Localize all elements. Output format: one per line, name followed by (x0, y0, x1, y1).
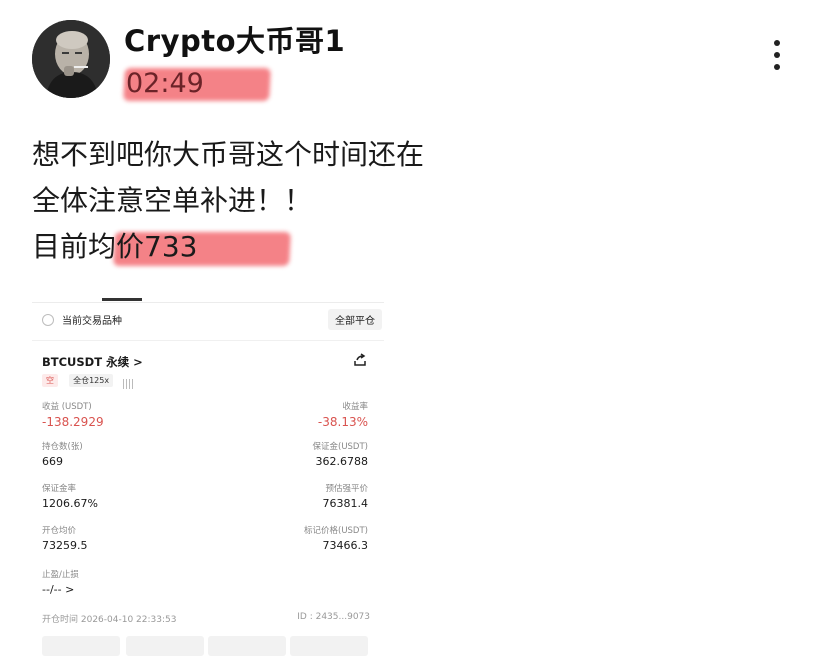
current-symbol-filter-label: 当前交易品种 (62, 316, 122, 327)
margin-ratio-value: 1206.67% (42, 497, 98, 510)
action-button[interactable] (126, 636, 204, 656)
tab-indicator (102, 298, 142, 301)
action-buttons-row (42, 636, 368, 656)
share-icon[interactable] (352, 352, 368, 368)
mark-price-label: 标记价格(USDT) (304, 526, 368, 536)
action-button[interactable] (290, 636, 368, 656)
action-button[interactable] (42, 636, 120, 656)
open-time: 开仓时间 2026-04-10 22:33:53 (42, 615, 177, 625)
roe-value: -38.13% (317, 415, 368, 429)
more-options-icon[interactable] (766, 40, 788, 80)
position-id[interactable]: ID : 2435...9073 (297, 612, 370, 622)
filter-row: 当前交易品种 全部平仓 (32, 308, 384, 334)
margin-label: 保证金(USDT) (312, 442, 369, 452)
margin-value: 362.6788 (315, 455, 369, 468)
size-field: 持仓数(张) 669 (42, 440, 83, 468)
divider (32, 302, 384, 303)
entry-price-value: 73259.5 (42, 539, 88, 552)
size-label: 持仓数(张) (42, 442, 83, 452)
liquidation-price-field: 预估强平价 76381.4 (323, 482, 369, 510)
username[interactable]: Crypto大币哥1 (124, 18, 345, 60)
roe-field: 收益率 -38.13% (318, 400, 368, 429)
margin-leverage-tag: 全仓125x (69, 374, 114, 387)
roe-label: 收益率 (342, 402, 368, 412)
risk-bars-icon (123, 374, 135, 389)
margin-field: 保证金(USDT) 362.6788 (313, 440, 369, 468)
pnl-value: -138.2929 (42, 415, 104, 429)
margin-ratio-label: 保证金率 (42, 484, 77, 494)
margin-ratio-field: 保证金率 1206.67% (42, 482, 98, 510)
short-tag: 空 (42, 374, 58, 387)
post-header: Crypto大币哥1 02:49 (32, 16, 812, 106)
post-body: 想不到吧你大币哥这个时间还在 全体注意空单补进！！ 目前均价733 (32, 132, 792, 270)
pnl-field: 收益 (USDT) -138.2929 (42, 400, 104, 429)
mark-price-field: 标记价格(USDT) 73466.3 (304, 524, 368, 552)
post-text-line-1: 想不到吧你大币哥这个时间还在 (32, 138, 425, 171)
tp-sl-value[interactable]: --/-- > (42, 583, 79, 596)
entry-price-field: 开仓均价 73259.5 (42, 524, 88, 552)
entry-price-label: 开仓均价 (42, 526, 77, 536)
post-time-container: 02:49 (123, 66, 272, 102)
tp-sl-field[interactable]: 止盈/止损 --/-- > (42, 568, 79, 596)
position-symbol[interactable]: BTCUSDT 永续 > (42, 354, 143, 370)
divider (32, 340, 384, 341)
liquidation-price-value: 76381.4 (322, 497, 369, 510)
avatar-image (32, 20, 110, 98)
liquidation-price-label: 预估强平价 (325, 484, 368, 494)
mark-price-value: 73466.3 (322, 539, 369, 552)
post-time: 02:49 (126, 68, 204, 99)
tp-sl-label: 止盈/止损 (42, 570, 79, 580)
current-symbol-radio[interactable] (42, 314, 54, 326)
action-button[interactable] (208, 636, 286, 656)
close-all-button[interactable]: 全部平仓 (328, 309, 382, 330)
position-tags: 空 全仓125x (42, 374, 135, 389)
post-text-line-3-container: 目前均价733 (32, 224, 792, 270)
post-text-line-3: 目前均价733 (32, 230, 198, 263)
pnl-label: 收益 (USDT) (42, 402, 92, 412)
position-screenshot-card[interactable]: 当前交易品种 全部平仓 BTCUSDT 永续 > 空 全仓125x 收益 (US… (32, 296, 384, 656)
avatar[interactable] (32, 20, 110, 98)
size-value: 669 (42, 455, 63, 468)
post-text-line-2: 全体注意空单补进！！ (32, 184, 313, 217)
